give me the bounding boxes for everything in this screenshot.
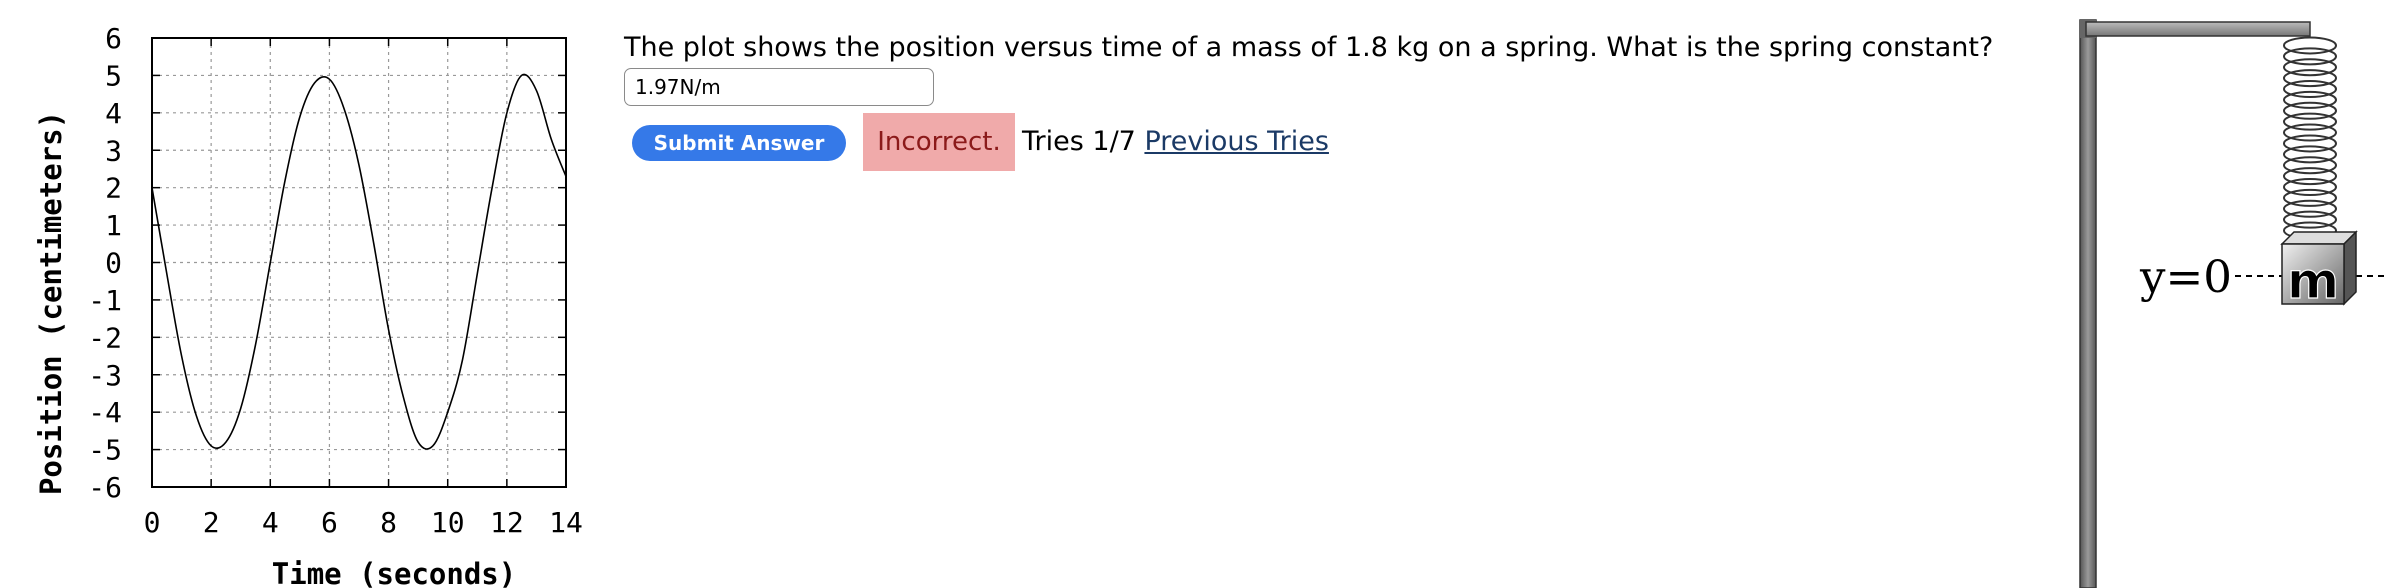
y-tick-label: -2 xyxy=(88,321,122,354)
y-tick-label: -6 xyxy=(88,471,122,504)
y-tick-label: -3 xyxy=(88,359,122,392)
y-tick-label: 4 xyxy=(105,97,122,130)
x-tick-label: 2 xyxy=(203,506,220,539)
x-tick-label: 8 xyxy=(380,506,397,539)
y-tick-label: -4 xyxy=(88,396,122,429)
x-tick-label: 10 xyxy=(431,506,465,539)
y-tick-label: 3 xyxy=(105,134,122,167)
mass-label: m xyxy=(2287,252,2339,310)
y-tick-label: -5 xyxy=(88,434,122,467)
y-tick-labels: 6 5 4 3 2 1 0 -1 -2 -3 -4 -5 -6 xyxy=(88,22,122,504)
submit-answer-button[interactable]: Submit Answer xyxy=(632,125,846,161)
equilibrium-label: y=0 xyxy=(2139,252,2232,303)
x-tick-labels: 0 2 4 6 8 10 12 14 xyxy=(144,506,583,539)
x-tick-label: 6 xyxy=(321,506,338,539)
y-tick-label: -1 xyxy=(88,284,122,317)
x-tick-label: 12 xyxy=(490,506,524,539)
y-axis-label: Position (centimeters) xyxy=(34,111,68,495)
spring-coil xyxy=(2283,36,2337,240)
y-tick-label: 2 xyxy=(105,172,122,205)
y-tick-label: 6 xyxy=(105,22,122,55)
previous-tries-link[interactable]: Previous Tries xyxy=(1144,126,1329,157)
x-axis-label: Time (seconds) xyxy=(272,557,516,588)
y-tick-label: 0 xyxy=(105,247,122,280)
position-series-line xyxy=(151,73,567,450)
y-tick-label: 1 xyxy=(105,209,122,242)
answer-input[interactable] xyxy=(624,68,934,106)
x-tick-label: 0 xyxy=(144,506,161,539)
stand-beam xyxy=(2080,20,2311,38)
question-text: The plot shows the position versus time … xyxy=(624,32,1994,63)
x-tick-label: 14 xyxy=(549,506,583,539)
chart-grid xyxy=(152,38,566,487)
status-badge: Incorrect. xyxy=(863,113,1015,171)
x-tick-label: 4 xyxy=(262,506,279,539)
spring-mass-diagram: y=0 m xyxy=(2079,19,2388,588)
y-tick-label: 5 xyxy=(105,59,122,92)
tries-info: Tries 1/7 Previous Tries xyxy=(1022,126,1329,157)
position-time-chart: 6543210-1-2-3-4-5-6 0 2 4 6 8 10 12 14 Time (se… xyxy=(34,22,583,588)
stand-post xyxy=(2079,19,2097,588)
tries-count: Tries 1/7 xyxy=(1022,126,1136,157)
